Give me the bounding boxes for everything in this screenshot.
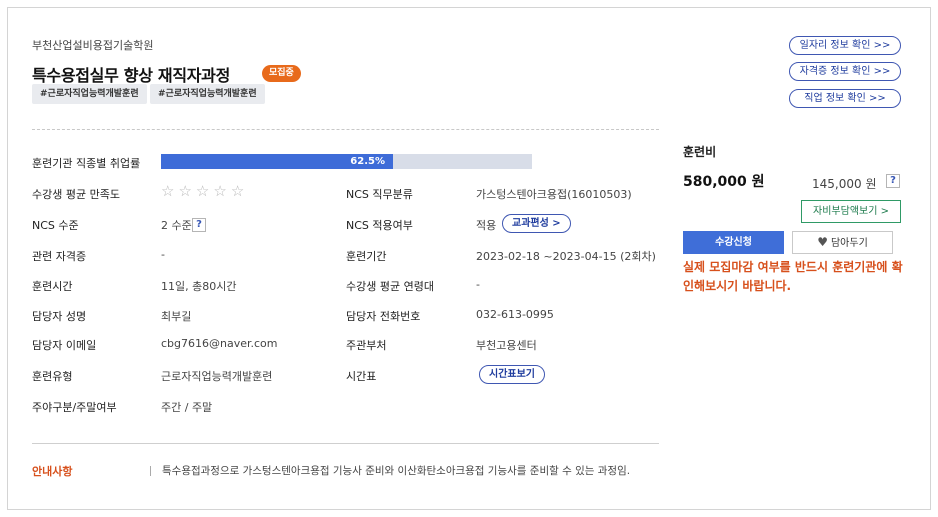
section-divider-bottom [32,443,659,444]
ncs-classification-value: 가스텅스텐아크용접(16010503) [476,188,632,201]
training-hours-value: 11일, 총80시간 [161,280,237,293]
self-pay-button[interactable]: 자비부담액보기 > [801,200,901,223]
star-icon: ☆ [213,182,231,200]
guide-label: 안내사항 [32,465,73,478]
training-fee: 580,000 원 [683,174,765,190]
star-icon: ☆ [161,182,179,200]
average-age-label: 수강생 평균 연령대 [346,280,434,293]
favorite-button[interactable]: ♥ 담아두기 [792,231,893,254]
manager-name-label: 담당자 성명 [32,310,87,323]
average-age-value: - [476,278,480,291]
job-info-button[interactable]: 일자리 정보 확인 >> [789,36,901,55]
fee-label: 훈련비 [683,145,717,159]
guide-separator [150,466,151,476]
ncs-level-value: 2 수준 [161,219,192,232]
course-title: 특수용접실무 향상 재직자과정 [32,66,231,85]
training-period-value: 2023-02-18 ~2023-04-15 (2회차) [476,250,656,263]
manager-phone-label: 담당자 전화번호 [346,310,421,323]
institution-name: 부천산업설비용접기술학원 [32,39,154,52]
training-period-label: 훈련기간 [346,250,387,263]
help-icon[interactable]: ? [192,218,206,232]
ncs-level-label: NCS 수준 [32,219,79,232]
tag-training-type: #근로자직업능력개발훈련 [32,84,147,104]
apply-button[interactable]: 수강신청 [683,231,784,254]
timetable-button[interactable]: 시간표보기 [479,365,545,384]
related-certificate-value: - [161,248,165,261]
self-pay-amount: 145,000 원 [812,177,877,191]
manager-name-value: 최부길 [161,310,192,323]
training-type-value: 근로자직업능력개발훈련 [161,370,273,383]
star-icon: ☆ [195,182,214,200]
manager-email-label: 담당자 이메일 [32,339,97,352]
satisfaction-label: 수강생 평균 만족도 [32,188,120,201]
heart-icon: ♥ [817,235,828,249]
training-hours-label: 훈련시간 [32,280,73,293]
rating-stars: ☆☆☆☆☆ [161,182,248,200]
ncs-classification-label: NCS 직무분류 [346,188,413,201]
ncs-applied-label: NCS 적용여부 [346,219,413,232]
tag-training-type-2: #근로자직업능력개발훈련 [150,84,265,104]
section-divider [32,129,659,130]
guide-text: 특수용접과정으로 가스텅스텐아크용접 기능사 준비와 이산화탄소아크용접 기능사… [162,465,631,477]
help-icon[interactable]: ? [886,174,900,188]
training-type-label: 훈련유형 [32,370,73,383]
related-certificate-label: 관련 자격증 [32,250,87,263]
ncs-applied-value: 적용 [476,219,497,232]
curriculum-button[interactable]: 교과편성 > [502,214,571,233]
day-night-value: 주간 / 주말 [161,401,213,414]
favorite-button-label: 담아두기 [830,238,868,249]
employment-rate-label: 훈련기관 직종별 취업률 [32,157,141,170]
deadline-notice: 실제 모집마감 여부를 반드시 훈련기관에 확인해보시기 바랍니다. [683,260,903,293]
day-night-label: 주야구분/주말여부 [32,401,117,414]
manager-phone-value: 032-613-0995 [476,308,554,321]
employment-rate-value: 62.5% [350,156,385,167]
supervising-office-label: 주관부처 [346,339,387,352]
manager-email-value: cbg7616@naver.com [161,337,278,350]
star-icon: ☆ [178,182,196,200]
supervising-office-value: 부천고용센터 [476,339,537,352]
occupation-info-button[interactable]: 직업 정보 확인 >> [789,89,901,108]
status-badge: 모집중 [262,65,301,82]
star-icon: ☆ [230,182,249,200]
timetable-label: 시간표 [346,370,377,383]
certificate-info-button[interactable]: 자격증 정보 확인 >> [789,62,901,81]
employment-rate-bar: 62.5% [161,154,532,169]
